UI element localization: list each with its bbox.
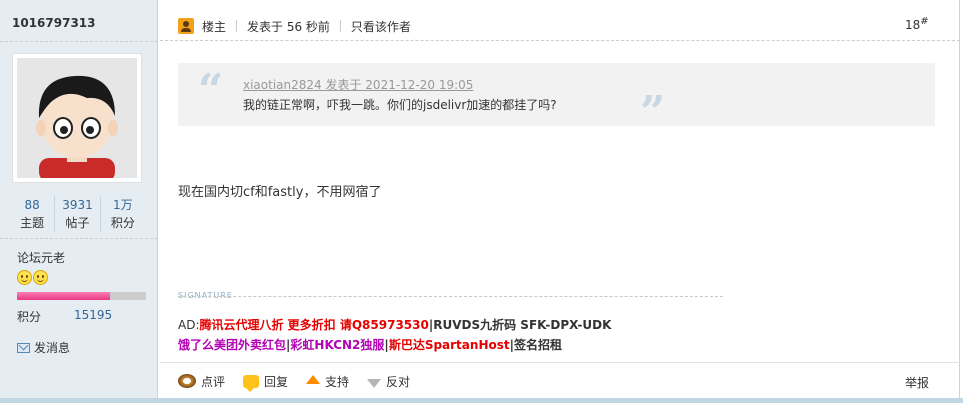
bottom-border <box>0 398 963 403</box>
divider <box>0 238 158 239</box>
signature-link[interactable]: 腾讯云代理八折 更多折扣 请Q85973530 <box>200 318 429 332</box>
stat-value: 88 <box>24 198 40 212</box>
reply-button[interactable]: 回复 <box>243 373 289 392</box>
floor-value: 18 <box>905 18 921 32</box>
close-quote-icon: ” <box>640 87 666 138</box>
post-body: 楼主 发表于 56 秒前 只看该作者 18# “ xiaotian2824 发表… <box>160 0 960 403</box>
open-quote-icon: “ <box>198 65 224 116</box>
quote-header-link[interactable]: xiaotian2824 发表于 2021-12-20 19:05 <box>243 76 473 93</box>
floor-number[interactable]: 18# <box>905 16 929 32</box>
rank-icons <box>17 270 48 285</box>
send-message-link[interactable]: 发消息 <box>17 339 70 356</box>
stat-posts[interactable]: 3931 帖子 <box>55 196 101 232</box>
stat-value: 1万 <box>113 198 133 212</box>
stat-label: 主题 <box>20 216 45 230</box>
username[interactable]: 1016797313 <box>12 16 96 30</box>
signature-line-2: 饿了么美团外卖红包|彩虹HKCN2独服|斯巴达SpartanHost|签名招租 <box>178 336 562 353</box>
credit-progress-fill <box>17 292 110 300</box>
credit-progress-bar <box>17 292 146 300</box>
points-label: 积分 <box>17 310 42 324</box>
support-label: 支持 <box>325 374 350 389</box>
points-value: 15195 <box>74 308 113 322</box>
arrow-up-icon <box>306 374 321 384</box>
comment-button[interactable]: 点评 <box>178 373 225 390</box>
author-only-link[interactable]: 只看该作者 <box>351 18 411 35</box>
comment-label: 点评 <box>201 374 226 389</box>
stat-value: 3931 <box>62 198 93 212</box>
divider <box>160 362 960 363</box>
signature-link[interactable]: 斯巴达SpartanHost <box>389 338 510 352</box>
avatar-image <box>17 58 137 178</box>
points-row: 积分 15195 <box>17 308 147 325</box>
signature-line-1: AD:腾讯云代理八折 更多折扣 请Q85973530|RUVDS九折码 SFK-… <box>178 316 611 333</box>
divider <box>339 20 341 32</box>
divider <box>236 20 238 32</box>
signature-link[interactable]: RUVDS九折码 SFK-DPX-UDK <box>433 318 611 332</box>
stat-threads[interactable]: 88 主题 <box>10 196 56 232</box>
post-actions: 点评 回复 支持 反对 <box>178 372 428 392</box>
oppose-label: 反对 <box>386 374 411 389</box>
user-group[interactable]: 论坛元老 <box>17 249 65 266</box>
quote-block: “ xiaotian2824 发表于 2021-12-20 19:05 我的链正… <box>178 63 935 135</box>
post-time: 发表于 56 秒前 <box>247 19 330 34</box>
comment-icon <box>178 374 196 388</box>
owner-icon <box>178 18 194 34</box>
divider <box>0 41 158 42</box>
reply-icon <box>243 374 260 392</box>
signature-link[interactable]: 彩虹HKCN2独服 <box>290 338 384 352</box>
smiley-icon <box>17 270 32 285</box>
user-sidebar: 1016797313 88 主题 3931 帖子 1万 积分 论坛元老 积分 1… <box>0 0 158 403</box>
stat-credits[interactable]: 1万 积分 <box>101 196 145 232</box>
smiley-icon <box>33 270 48 285</box>
oppose-button[interactable]: 反对 <box>367 373 410 390</box>
stat-label: 积分 <box>110 216 135 230</box>
stat-label: 帖子 <box>65 216 90 230</box>
floor-mark: # <box>920 16 929 27</box>
post-content: 现在国内切cf和fastly，不用网宿了 <box>178 185 382 200</box>
ad-prefix: AD: <box>178 318 200 332</box>
reply-label: 回复 <box>264 374 289 389</box>
post-header: 楼主 发表于 56 秒前 只看该作者 <box>178 16 411 36</box>
mail-icon <box>17 342 30 353</box>
signature-link[interactable]: 饿了么美团外卖红包 <box>178 338 286 352</box>
divider <box>160 40 960 41</box>
signature-link[interactable]: 签名招租 <box>514 338 562 352</box>
user-stats: 88 主题 3931 帖子 1万 积分 <box>10 196 145 232</box>
signature-divider <box>178 296 723 297</box>
send-message-label: 发消息 <box>34 341 71 355</box>
avatar[interactable] <box>12 53 142 183</box>
report-button[interactable]: 举报 <box>905 374 929 391</box>
owner-label: 楼主 <box>202 19 227 34</box>
arrow-down-icon <box>367 378 382 388</box>
quote-text: 我的链正常啊，吓我一跳。你们的jsdelivr加速的都挂了吗? <box>243 98 557 112</box>
support-button[interactable]: 支持 <box>306 373 349 390</box>
